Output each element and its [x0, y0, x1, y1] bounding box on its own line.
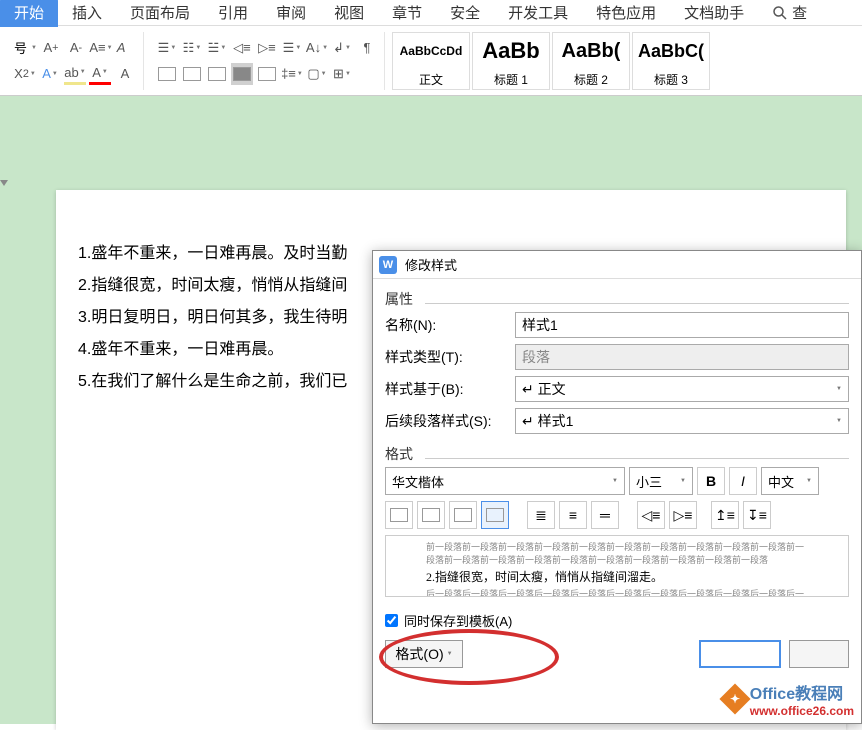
dialog-titlebar[interactable]: W 修改样式: [373, 251, 861, 279]
dropdown-icon[interactable]: ▼: [31, 45, 37, 51]
align-left-dlg[interactable]: [385, 501, 413, 529]
select-style-next[interactable]: ↵ 样式1▼: [515, 408, 849, 434]
section-attributes: 属性: [385, 289, 849, 309]
paragraph-button[interactable]: ¶: [356, 37, 378, 59]
label-base: 样式基于(B):: [385, 379, 505, 399]
checkbox-label: 同时保存到模板(A): [404, 611, 512, 630]
ok-button[interactable]: [699, 640, 781, 668]
label-type: 样式类型(T):: [385, 347, 505, 367]
sort-button[interactable]: A↓▼: [306, 37, 328, 59]
align-center-button[interactable]: [181, 63, 203, 85]
select-style-base[interactable]: ↵ 正文▼: [515, 376, 849, 402]
bullet-list-button[interactable]: ☰▼: [156, 37, 178, 59]
indent-increase-dlg[interactable]: ▷≡: [669, 501, 697, 529]
label-name: 名称(N):: [385, 315, 505, 335]
office-icon: ✦: [719, 683, 750, 714]
para-after-dlg[interactable]: ↧≡: [743, 501, 771, 529]
indent-decrease-dlg[interactable]: ◁≡: [637, 501, 665, 529]
chevron-down-icon: ▼: [836, 386, 842, 392]
spacing-loose-dlg[interactable]: ≣: [527, 501, 555, 529]
spacing-tight-dlg[interactable]: ═: [591, 501, 619, 529]
decrease-indent-button[interactable]: ◁≡: [231, 37, 253, 59]
watermark: ✦ Office教程网 www.office26.com: [724, 680, 854, 718]
chevron-down-icon: ▼: [836, 418, 842, 424]
tab-start[interactable]: 开始: [0, 0, 58, 27]
font-color-button[interactable]: A▼: [89, 63, 111, 85]
tab-doc-helper[interactable]: 文档助手: [670, 0, 758, 27]
tab-review[interactable]: 审阅: [262, 0, 320, 27]
increase-indent-button[interactable]: ▷≡: [256, 37, 278, 59]
tab-devtools[interactable]: 开发工具: [494, 0, 582, 27]
style-heading1[interactable]: AaBb 标题 1: [472, 32, 550, 90]
search-icon: [772, 5, 788, 21]
line-spacing-button[interactable]: ‡≡▼: [281, 63, 303, 85]
align-justify-dlg[interactable]: [481, 501, 509, 529]
modify-style-dialog: W 修改样式 属性 名称(N): 样式类型(T): 段落 样式基于(B): ↵ …: [372, 250, 862, 724]
spacing-normal-dlg[interactable]: ≡: [559, 501, 587, 529]
style-preview: 前一段落前一段落前一段落前一段落前一段落前一段落前一段落前一段落前一段落前一段落…: [385, 535, 849, 597]
ribbon-tabs: 开始 插入 页面布局 引用 审阅 视图 章节 安全 开发工具 特色应用 文档助手…: [0, 0, 862, 26]
tab-view[interactable]: 视图: [320, 0, 378, 27]
select-style-type: 段落: [515, 344, 849, 370]
multilevel-list-button[interactable]: ☱▼: [206, 37, 228, 59]
number-list-button[interactable]: ☷▼: [181, 37, 203, 59]
style-normal[interactable]: AaBbCcDd 正文: [392, 32, 470, 90]
font-effects-button[interactable]: A▼: [39, 63, 61, 85]
select-lang[interactable]: 中文▼: [761, 467, 819, 495]
align-justify-button[interactable]: [231, 63, 253, 85]
select-font[interactable]: 华文楷体▼: [385, 467, 625, 495]
borders-button[interactable]: ⊞▼: [331, 63, 353, 85]
highlight-button[interactable]: ab▼: [64, 63, 86, 85]
section-format: 格式: [385, 444, 849, 464]
select-size[interactable]: 小三▼: [629, 467, 693, 495]
tab-search[interactable]: 查: [758, 0, 821, 27]
tab-security[interactable]: 安全: [436, 0, 494, 27]
dialog-title: 修改样式: [405, 255, 457, 274]
input-style-name[interactable]: [515, 312, 849, 338]
style-heading2[interactable]: AaBb( 标题 2: [552, 32, 630, 90]
tab-layout[interactable]: 页面布局: [116, 0, 204, 27]
shading-button[interactable]: ▢▼: [306, 63, 328, 85]
style-heading3[interactable]: AaBbC( 标题 3: [632, 32, 710, 90]
align-right-dlg[interactable]: [449, 501, 477, 529]
tab-insert[interactable]: 插入: [58, 0, 116, 27]
show-marks-button[interactable]: ↲▼: [331, 37, 353, 59]
sort-alt-button[interactable]: ☰▼: [281, 37, 303, 59]
checkbox-save-template[interactable]: [385, 614, 398, 627]
para-before-dlg[interactable]: ↥≡: [711, 501, 739, 529]
tab-special[interactable]: 特色应用: [582, 0, 670, 27]
char-shading-button[interactable]: A: [114, 63, 136, 85]
bold-button[interactable]: B: [697, 467, 725, 495]
cancel-button[interactable]: [789, 640, 849, 668]
superscript-button[interactable]: X2▼: [14, 63, 36, 85]
ribbon-toolbar: 号 ▼ A+ A- A≡▼ A⃠ X2▼ A▼ ab▼ A▼ A ☰▼ ☷▼ ☱…: [0, 26, 862, 96]
align-left-button[interactable]: [156, 63, 178, 85]
align-right-button[interactable]: [206, 63, 228, 85]
italic-button[interactable]: I: [729, 467, 757, 495]
style-gallery: AaBbCcDd 正文 AaBb 标题 1 AaBb( 标题 2 AaBbC( …: [391, 32, 711, 90]
tab-reference[interactable]: 引用: [204, 0, 262, 27]
font-size-label: 号: [14, 38, 27, 57]
tab-chapter[interactable]: 章节: [378, 0, 436, 27]
change-case-button[interactable]: A≡▼: [90, 37, 112, 59]
format-menu-button[interactable]: 格式(O)▼: [385, 640, 463, 668]
decrease-font-button[interactable]: A-: [65, 37, 87, 59]
app-icon: W: [379, 256, 397, 274]
label-next: 后续段落样式(S):: [385, 411, 505, 431]
ruler-marker-left[interactable]: [0, 180, 8, 188]
align-center-dlg[interactable]: [417, 501, 445, 529]
increase-font-button[interactable]: A+: [40, 37, 62, 59]
align-distribute-button[interactable]: [256, 63, 278, 85]
clear-format-button[interactable]: A⃠: [115, 37, 137, 59]
